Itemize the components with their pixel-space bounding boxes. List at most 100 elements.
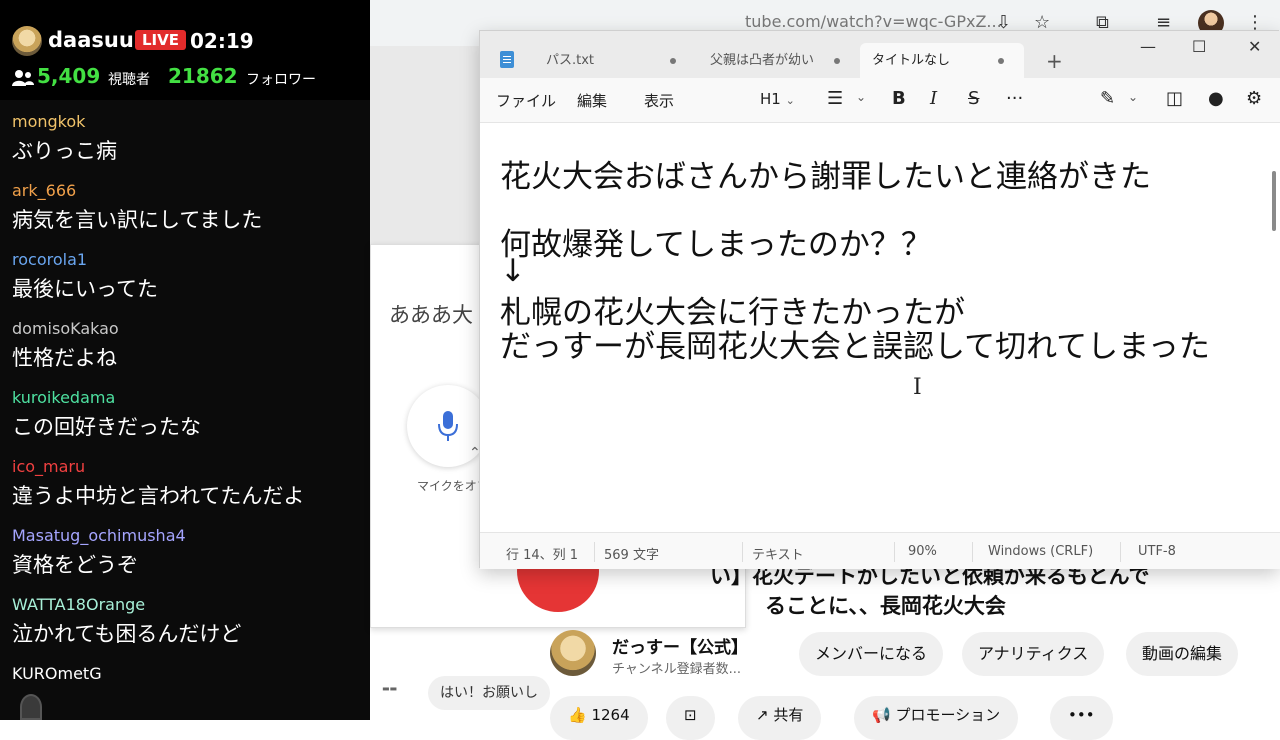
stream-header: daasuu LIVE 02:19 5,409 視聴者 21862 フォロワー [0, 0, 370, 100]
magic-pen-icon[interactable]: ✎ [1100, 88, 1115, 109]
chat-text: 性格だよね [12, 346, 117, 370]
menu-file[interactable]: ファイル [496, 90, 556, 111]
encoding[interactable]: UTF-8 [1138, 544, 1176, 559]
notepad-statusbar: 行 14、列 1 569 文字 テキスト 90% Windows (CRLF) … [480, 532, 1280, 569]
video-title-cont: ることに、、長岡花火大会 [765, 594, 1006, 618]
line-ending[interactable]: Windows (CRLF) [988, 544, 1093, 559]
chevron-down-icon[interactable]: ⌄ [856, 90, 866, 104]
chat-text: 病気を言い訳にしてました [12, 208, 263, 232]
text-cursor-icon: I [913, 375, 922, 400]
italic-icon[interactable]: I [930, 88, 937, 109]
menu-view[interactable]: 表示 [644, 90, 674, 111]
list-icon[interactable]: ☰ [827, 88, 843, 109]
more-icon[interactable]: ··· [1006, 88, 1023, 109]
unsaved-dot-icon[interactable] [834, 58, 840, 64]
chat-text: この回好きだったな [12, 415, 201, 439]
more-button[interactable]: ••• [1050, 696, 1113, 740]
thumbs-up-icon: 👍 [568, 706, 592, 724]
unsaved-dot-icon[interactable] [670, 58, 676, 64]
chat-message: mongkok ぶりっこ病 [0, 110, 370, 179]
chat-username: mongkok [12, 112, 86, 131]
tab-label: 父親は凸者が幼い [710, 53, 815, 68]
tab-pass-txt[interactable]: パス.txt [534, 43, 688, 78]
chat-username: ico_maru [12, 457, 86, 476]
chevron-down-icon: ⌄ [785, 94, 795, 107]
chat-text: 泣かれても困るんだけど [12, 622, 242, 646]
promotion-label: プロモーション [895, 706, 1001, 724]
zoom-level[interactable]: 90% [908, 544, 937, 559]
maximize-icon[interactable]: ☐ [1192, 37, 1206, 56]
live-time: 02:19 [190, 29, 254, 53]
chat-text: 最後にいってた [12, 277, 158, 301]
heading-label: H1 [760, 90, 781, 108]
chat-avatar-icon: ▬▬ [382, 684, 398, 693]
chat-list: mongkok ぶりっこ病 ark_666 病気を言い訳にしてました rocor… [0, 110, 370, 720]
tab-father[interactable]: 父親は凸者が幼い [698, 43, 852, 78]
status-divider [1120, 542, 1121, 562]
account-icon[interactable]: ● [1208, 88, 1224, 109]
mic-icon [438, 411, 458, 441]
editor-line: 花火大会おばさんから謝罪したいと連絡がきた [500, 159, 1151, 195]
stream-overlay: daasuu LIVE 02:19 5,409 視聴者 21862 フォロワー … [0, 0, 370, 720]
text-editor[interactable]: 花火大会おばさんから謝罪したいと連絡がきた 何故爆発してしまったのか？？ ↓ 札… [480, 122, 1280, 532]
chat-username: domisoKakao [12, 319, 119, 338]
edit-video-button[interactable]: 動画の編集 [1126, 632, 1239, 676]
channel-subscribers: チャンネル登録者数... [612, 662, 742, 677]
voice-transcript: あああ大 [389, 303, 473, 327]
chat-message: KUROmetG [0, 662, 370, 720]
chat-message: WATTA18Orange 泣かれても困るんだけど [0, 593, 370, 662]
notepad-window: パス.txt 父親は凸者が幼い タイトルなし + — ☐ ✕ ファイル 編集 表… [479, 30, 1280, 569]
notepad-tabbar: パス.txt 父親は凸者が幼い タイトルなし + — ☐ ✕ [480, 31, 1280, 78]
status-divider [894, 542, 895, 562]
chat-text: 資格をどうぞ [12, 553, 138, 577]
close-icon[interactable]: ✕ [1248, 37, 1261, 56]
chat-bubble: はい！お願いし [428, 676, 550, 710]
menu-edit[interactable]: 編集 [577, 90, 607, 111]
mic-label: マイクをオフ [417, 479, 489, 493]
follower-count: 21862 [168, 64, 238, 88]
tab-label: パス.txt [546, 53, 595, 68]
chat-text: 違うよ中坊と言われてたんだよ [12, 484, 305, 508]
format-indicator[interactable]: テキスト [752, 544, 804, 563]
follower-label: フォロワー [246, 72, 316, 88]
like-button[interactable]: 👍 1264 [550, 696, 648, 740]
unsaved-dot-icon[interactable] [998, 58, 1004, 64]
dislike-button[interactable]: ⊡ [666, 696, 715, 740]
member-button[interactable]: メンバーになる [799, 632, 944, 676]
new-tab-icon[interactable]: + [1046, 49, 1063, 73]
strikethrough-icon[interactable]: S [968, 88, 979, 109]
promotion-button[interactable]: 📢 プロモーション [854, 696, 1019, 740]
like-count: 1264 [591, 706, 630, 724]
notepad-icon [500, 51, 514, 68]
editor-line: だっすーが長岡花火大会と誤認して切れてしまった [500, 329, 1210, 365]
settings-gear-icon[interactable]: ⚙ [1246, 88, 1262, 109]
chat-username: Masatug_ochimusha4 [12, 526, 186, 545]
analytics-button[interactable]: アナリティクス [962, 632, 1105, 676]
streamer-avatar [12, 26, 42, 56]
live-badge: LIVE [135, 30, 186, 50]
tab-untitled[interactable]: タイトルなし [860, 43, 1024, 78]
share-icon: ↗ [756, 706, 774, 724]
scrollbar[interactable] [1272, 171, 1276, 231]
thumbs-down-icon: ⊡ [684, 706, 697, 724]
chat-username: KUROmetG [12, 664, 102, 683]
heading-dropdown[interactable]: H1 ⌄ [760, 90, 795, 108]
notepad-menubar: ファイル 編集 表示 H1 ⌄ ☰ ⌄ B I S ··· ✎ ⌄ ◫ ● ⚙ [480, 78, 1280, 122]
channel-name[interactable]: だっすー【公式】 [612, 633, 748, 658]
chevron-down-icon[interactable]: ⌄ [1128, 90, 1138, 104]
channel-avatar[interactable] [550, 630, 596, 676]
address-bar[interactable]: tube.com/watch?v=wqc-GPxZ... [745, 12, 1002, 31]
char-count: 569 文字 [604, 548, 659, 563]
chat-username: kuroikedama [12, 388, 116, 407]
chat-message: kuroikedama この回好きだったな [0, 386, 370, 455]
viewers-icon [12, 70, 34, 86]
viewer-label: 視聴者 [108, 72, 150, 88]
chat-message: ark_666 病気を言い訳にしてました [0, 179, 370, 248]
bold-icon[interactable]: B [892, 88, 906, 109]
minimize-icon[interactable]: — [1140, 37, 1156, 56]
chat-message: rocorola1 最後にいってた [0, 248, 370, 317]
chat-username: ark_666 [12, 181, 77, 200]
chat-message: ico_maru 違うよ中坊と言われてたんだよ [0, 455, 370, 524]
share-button[interactable]: ↗ 共有 [738, 696, 822, 740]
copilot-icon[interactable]: ◫ [1166, 88, 1183, 109]
